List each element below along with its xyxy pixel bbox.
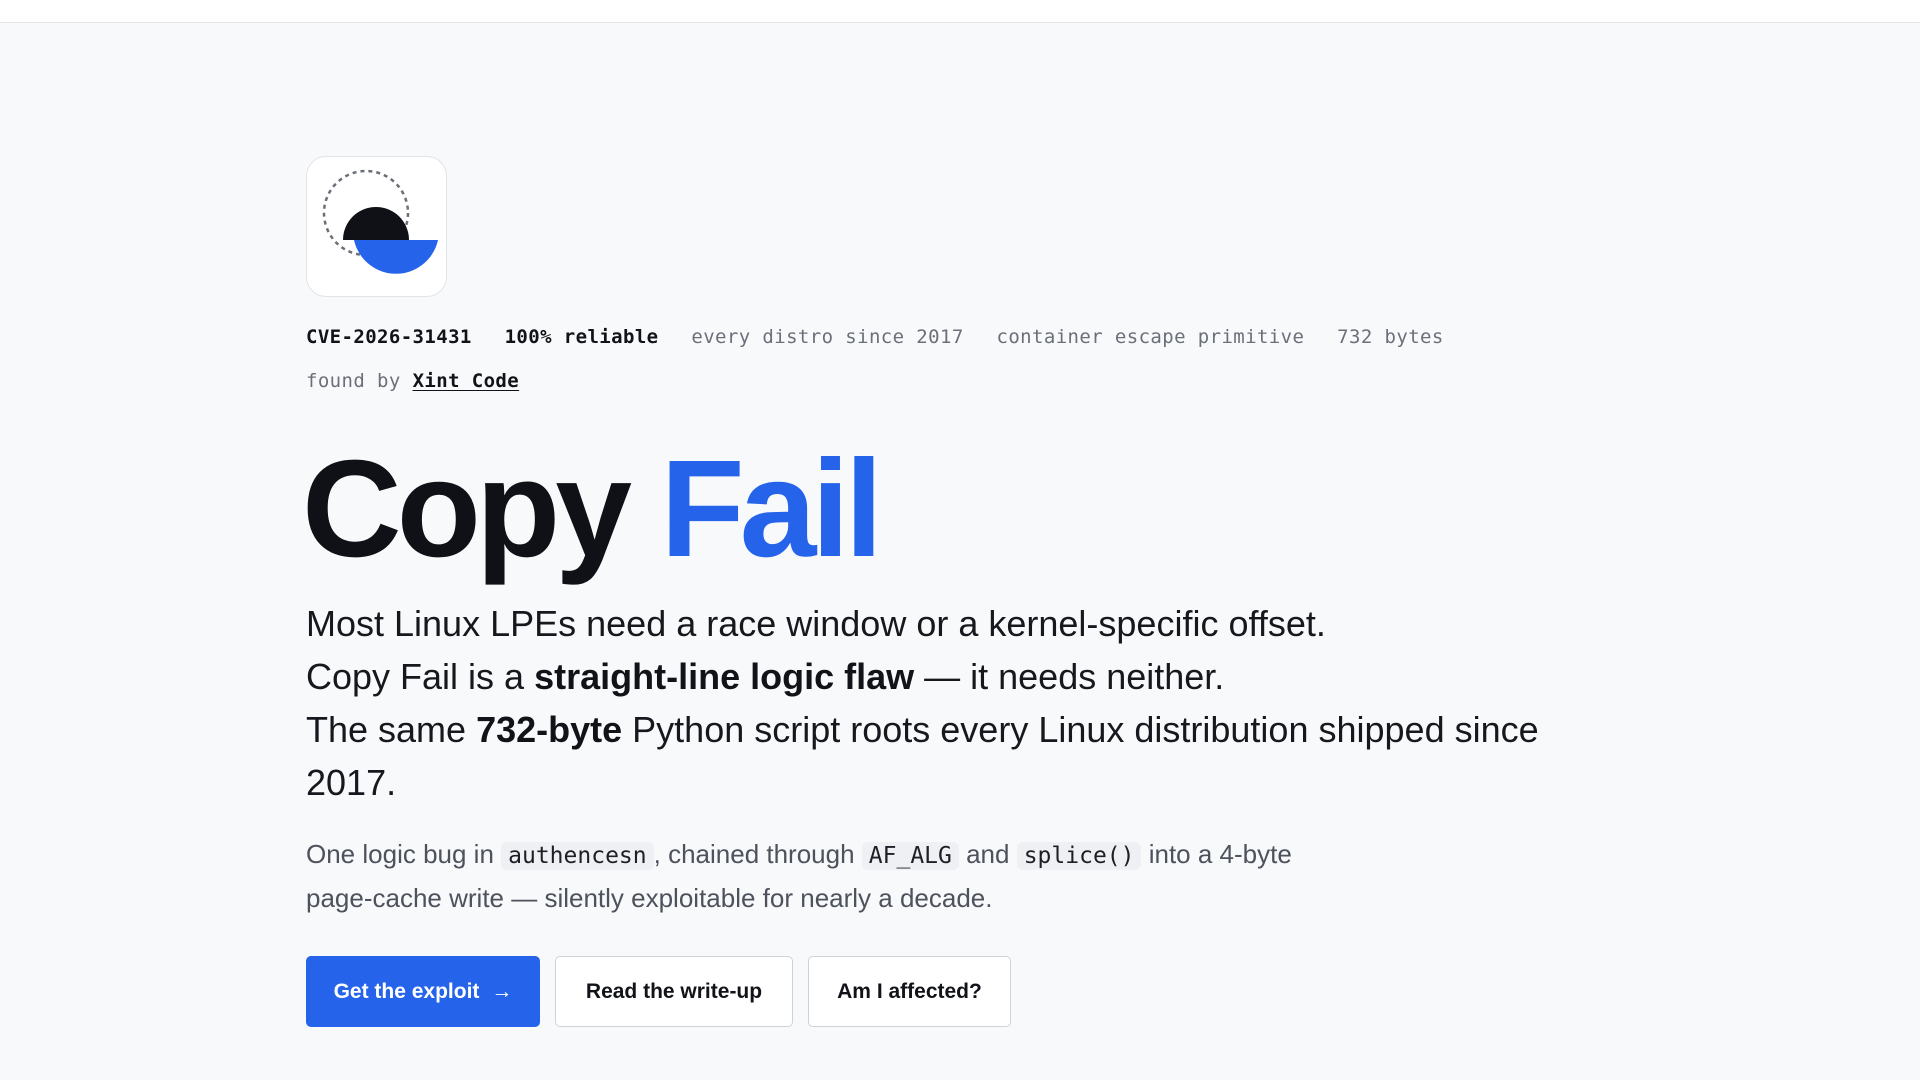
action-buttons: Get the exploit → Read the write-up Am I … bbox=[306, 956, 1606, 1027]
found-by-link[interactable]: Xint Code bbox=[413, 370, 520, 392]
sub-paragraph: One logic bug in authencesn, chained thr… bbox=[306, 833, 1306, 919]
lead-line-3-emphasis: 732-byte bbox=[476, 709, 623, 750]
sub-text-3: and bbox=[958, 839, 1017, 869]
code-authencesn: authencesn bbox=[501, 842, 654, 870]
title-word-fail: Fail bbox=[660, 432, 883, 586]
lead-line-2-start: Copy Fail is a bbox=[306, 656, 535, 697]
page-title: Copy Fail bbox=[302, 439, 1606, 579]
cve-tag: CVE-2026-31431 bbox=[306, 326, 472, 348]
top-bar bbox=[0, 0, 1920, 23]
arrow-right-icon: → bbox=[491, 979, 513, 1003]
found-by-row: found by Xint Code bbox=[306, 359, 1606, 403]
code-splice: splice() bbox=[1016, 842, 1142, 870]
am-i-affected-button[interactable]: Am I affected? bbox=[808, 956, 1011, 1027]
meta-tags: CVE-2026-31431 100% reliable every distr… bbox=[306, 315, 1606, 403]
logo bbox=[306, 156, 447, 297]
get-exploit-button[interactable]: Get the exploit → bbox=[306, 956, 540, 1027]
code-af-alg: AF_ALG bbox=[861, 842, 959, 870]
scope-tag: every distro since 2017 bbox=[691, 326, 964, 348]
lead-line-3: The same 732-byte Python script roots ev… bbox=[306, 703, 1546, 809]
meta-tags-row: CVE-2026-31431 100% reliable every distr… bbox=[306, 315, 1606, 359]
sub-text-2: , chained through bbox=[653, 839, 862, 869]
lead-line-2: Copy Fail is a straight-line logic flaw … bbox=[306, 650, 1546, 703]
lead-line-3-start: The same bbox=[306, 709, 477, 750]
lead-line-2-end: — it needs neither. bbox=[914, 656, 1225, 697]
hero-section: CVE-2026-31431 100% reliable every distr… bbox=[302, 156, 1606, 1027]
lead-line-1: Most Linux LPEs need a race window or a … bbox=[306, 603, 1326, 644]
found-by-label: found by bbox=[306, 370, 401, 392]
lead-paragraph: Most Linux LPEs need a race window or a … bbox=[306, 597, 1546, 809]
size-tag: 732 bytes bbox=[1337, 326, 1444, 348]
sub-text-1: One logic bug in bbox=[306, 839, 502, 869]
title-word-copy: Copy bbox=[302, 432, 632, 586]
reliability-tag: 100% reliable bbox=[504, 326, 659, 348]
lead-line-2-emphasis: straight-line logic flaw bbox=[534, 656, 915, 697]
read-writeup-button[interactable]: Read the write-up bbox=[555, 956, 793, 1027]
get-exploit-label: Get the exploit bbox=[333, 979, 480, 1003]
impact-tag: container escape primitive bbox=[996, 326, 1305, 348]
half-circles-logo-icon bbox=[322, 169, 438, 274]
